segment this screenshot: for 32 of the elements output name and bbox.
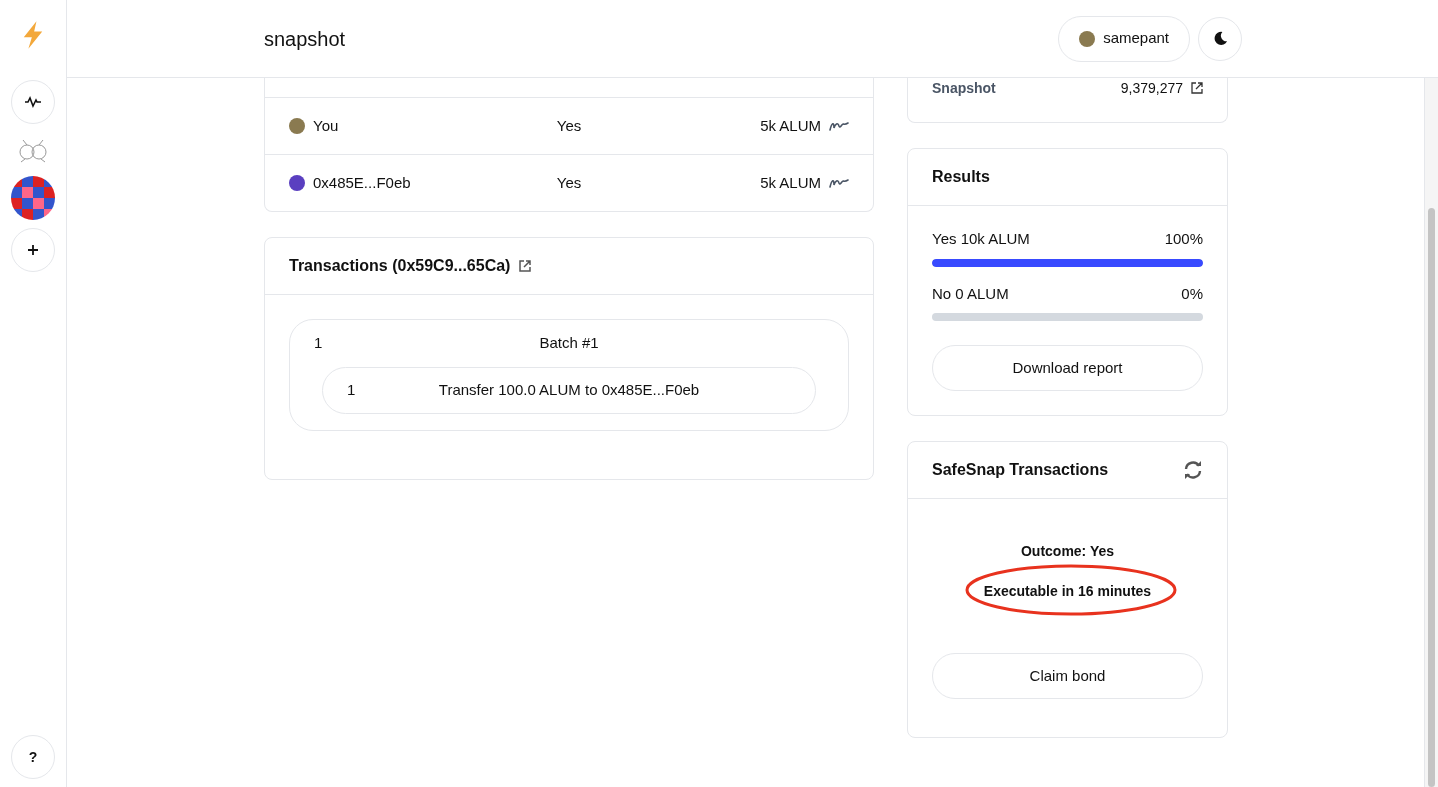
batch-label: Batch #1 (538, 333, 600, 353)
result-label: No 0 ALUM (932, 283, 1009, 304)
refresh-icon[interactable] (1183, 461, 1203, 479)
voter-avatar-icon (289, 175, 305, 191)
voting-power: 5k ALUM (760, 115, 821, 136)
batch-index: 1 (314, 333, 324, 353)
result-percent: 0% (1181, 283, 1203, 304)
card-title: Results (932, 167, 990, 187)
signature-icon (829, 120, 849, 132)
voter-name[interactable]: 0x485E...F0eb (313, 171, 411, 195)
snapshot-block-number: 9,379,277 (1120, 79, 1183, 98)
execution-status: Executable in 16 minutes (983, 583, 1152, 599)
space-avatar[interactable] (11, 176, 55, 220)
plus-icon (27, 244, 39, 256)
voting-power: 5k ALUM (760, 172, 821, 193)
external-link-icon[interactable] (518, 259, 533, 273)
avatar-icon (1079, 30, 1096, 47)
info-label: Snapshot (932, 79, 996, 98)
result-percent: 100% (1164, 229, 1203, 249)
pulse-icon (24, 96, 42, 108)
vote-choice: Yes (555, 115, 583, 136)
result-label: Yes 10k ALUM (932, 229, 1030, 249)
voter-avatar-icon (289, 118, 305, 134)
vote-choice: Yes (555, 172, 583, 193)
voter-name[interactable]: You (313, 114, 339, 138)
app-title: snapshot (264, 26, 346, 52)
external-link-icon[interactable] (1191, 82, 1203, 94)
outcome-text: Outcome: Yes (1020, 542, 1115, 561)
signature-icon (829, 177, 849, 189)
card-title: Transactions (0x59C9...65Ca) (289, 256, 511, 276)
card-title: SafeSnap Transactions (932, 460, 1109, 480)
moon-icon (1212, 31, 1228, 46)
